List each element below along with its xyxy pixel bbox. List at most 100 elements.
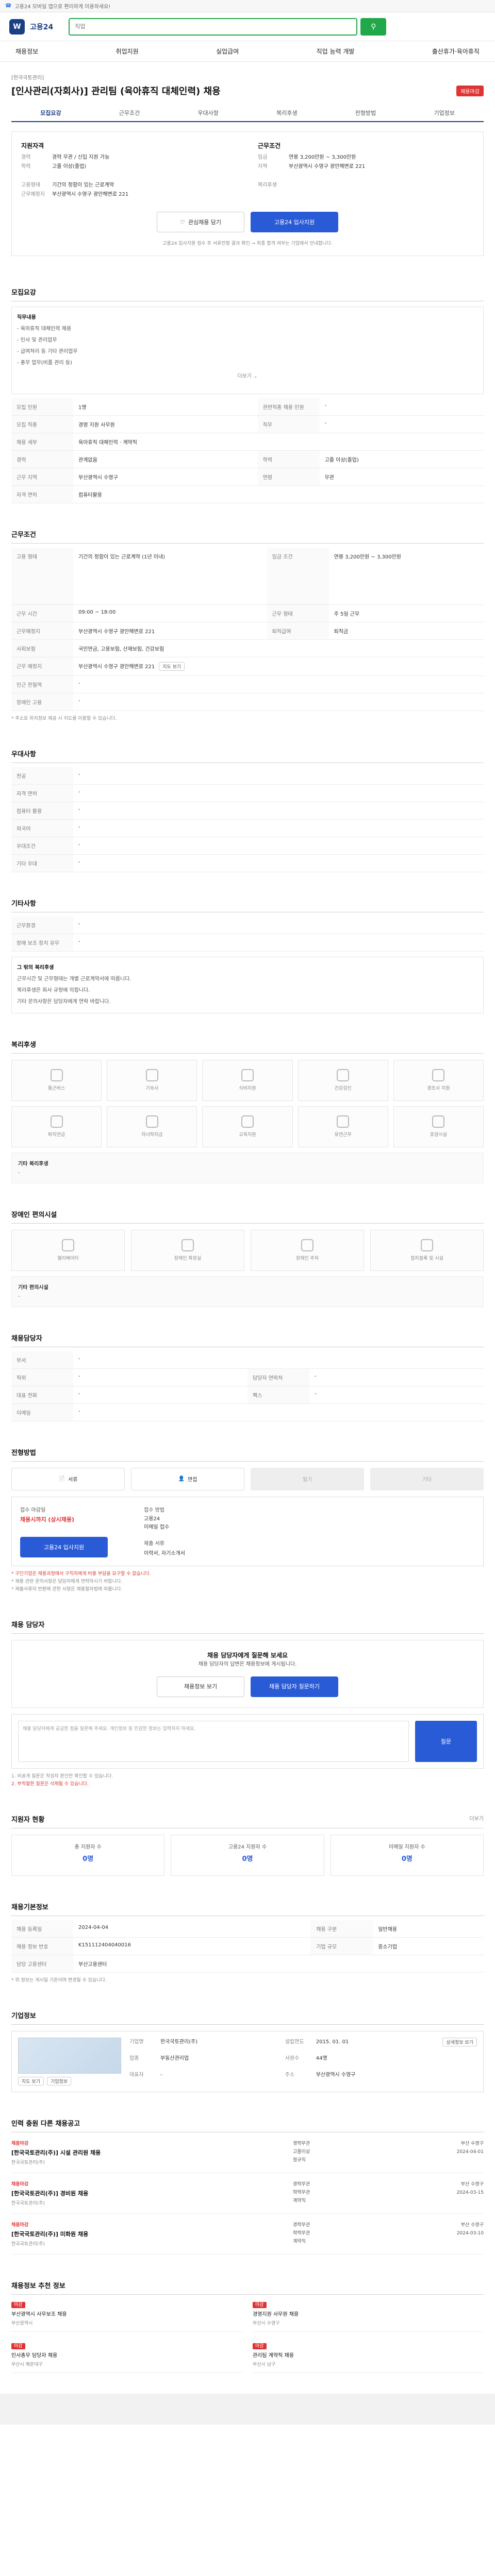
same-company-section: 인력 충원 다른 채용공고 채용마감 [한국국토관리(주)] 시설 관리원 채용 한…	[11, 2118, 484, 2255]
recommend-item[interactable]: 마감 관리팀 계약직 채용 부산시 남구	[253, 2342, 484, 2373]
tab-prefer[interactable]: 우대사항	[169, 105, 248, 121]
nav-item-leave[interactable]: 출산휴가·육아휴직	[432, 47, 480, 56]
status-more-link[interactable]: 더보기	[469, 1814, 484, 1824]
qa-ask-button[interactable]: 채용 담당자 질문하기	[251, 1676, 338, 1697]
recommend-item[interactable]: 마감 경영지원 사무원 채용 부산시 수영구	[253, 2301, 484, 2332]
contact-section: 채용담당자 부서 - 직위 - 담당자 연락처 - 대표 전화 - 팩스 - 이메일 -	[11, 1333, 484, 1421]
status-badge: 채용마감	[456, 85, 484, 96]
search-button[interactable]: ⚲	[360, 18, 387, 36]
welfare-label: 자녀학자금	[141, 1132, 163, 1138]
nav-item-training[interactable]: 직업 능력 개발	[317, 47, 355, 56]
recommend-title: 부산광역시 사무보조 채용	[11, 2311, 67, 2317]
recruit-section: 모집요강 직무내용 - 육아휴직 대체인력 채용 - 인사 및 관리업무 - 급…	[11, 287, 484, 503]
chevron-down-icon: ⌄	[253, 374, 258, 379]
table-row: 부서 -	[11, 1351, 484, 1369]
table-row: 컴퓨터 활용 -	[11, 802, 484, 820]
recommend-item[interactable]: 마감 부산광역시 사무보조 채용 부산광역시	[11, 2301, 242, 2332]
welfare-label: 식비지원	[239, 1086, 256, 1091]
welfare-grid: 통근버스 기숙사 식비지원 건강검진 경조사 지원 퇴직연금 자녀학자금 교육지…	[11, 1059, 484, 1147]
company-key: 기업명	[129, 2039, 144, 2045]
doc-label: 제출 서류	[144, 1540, 164, 1547]
cell-value: -	[73, 854, 484, 872]
table-row: 자격 면허 컴퓨터활용	[11, 485, 484, 503]
welfare-item: 퇴직연금	[11, 1106, 102, 1147]
section-title: 지원자 현황	[11, 1816, 45, 1824]
info-note: * 위 정보는 게시일 기준이며 변경될 수 있습니다.	[11, 1977, 107, 1983]
tab-method[interactable]: 전형방법	[326, 105, 405, 121]
recommend-badge: 마감	[253, 2343, 267, 2349]
fold-button[interactable]: 더보기 ⌄	[17, 371, 478, 382]
tab-welfare[interactable]: 복리후생	[248, 105, 326, 121]
welfare-label: 유연근무	[334, 1132, 352, 1138]
company-map-button[interactable]: 지도 보기	[18, 2076, 44, 2086]
qa-send-button[interactable]: 질문	[415, 1720, 477, 1762]
apply-button-2[interactable]: 고용24 입사지원	[20, 1536, 108, 1557]
job-item[interactable]: 채용마감 [한국국토관리(주)] 미화원 채용 한국국토관리(주) 경력무관 학력무관…	[11, 2214, 484, 2255]
summary-box: 지원자격 경력 경력 무관 / 신입 지원 가능 학력 고졸 이상(졸업) 고용형태…	[11, 131, 484, 256]
method-step: 기타	[370, 1467, 484, 1490]
qa-textarea[interactable]: 채용 담당자에게 궁금한 점을 질문해 주세요. 개인정보 등 민감한 정보는 …	[18, 1720, 409, 1762]
tab-recruit[interactable]: 모집요강	[11, 105, 90, 121]
cell-value: -	[309, 1386, 484, 1404]
etc-line: 그 밖의 복리후생	[17, 964, 54, 971]
recommend-sub: 부산시 남구	[253, 2362, 276, 2367]
parking-icon	[301, 1239, 314, 1251]
welfare-item: 기숙사	[107, 1059, 197, 1101]
summary-value: 기간의 정함이 있는 근로계약	[52, 182, 114, 188]
clock-icon	[337, 1115, 350, 1128]
etc-line: 복리후생은 회사 규정에 의합니다.	[17, 987, 90, 993]
cell-key: 근무 지역	[11, 468, 73, 486]
apply-button[interactable]: 고용24 입사지원	[251, 212, 338, 232]
company-value: 2015. 01. 01	[316, 2039, 349, 2045]
welfare-label: 통근버스	[48, 1086, 65, 1091]
scrap-button[interactable]: ♡ 관심채용 담기	[157, 212, 244, 232]
section-title: 채용 담당자	[11, 1621, 45, 1629]
nav-item-support[interactable]: 취업지원	[116, 47, 139, 56]
nav-item-jobs[interactable]: 채용정보	[15, 47, 38, 56]
section-title: 인력 충원 다른 채용공고	[11, 2120, 80, 2128]
search-box	[69, 18, 358, 36]
company-section: 기업정보 지도 보기 기업정보 기업명 한국국토관리(주) 설립연도 2015. 0…	[11, 2010, 484, 2092]
company-detail-button[interactable]: 상세정보 보기	[442, 2037, 477, 2046]
etc-section: 기타사항 근무환경 - 장애 보조 장치 유무 - 그 밖의 복리후생 근무시간 및…	[11, 898, 484, 1013]
cell-key: 기업 규모	[311, 1937, 373, 1955]
method-step: 필기	[251, 1467, 364, 1490]
info-section: 채용기본정보 채용 등록일 2024-04-04 채용 구분 일반채용 채용 정보 번…	[11, 1902, 484, 1985]
table-row: 외국어 -	[11, 819, 484, 837]
top-banner: ☎ 고용24 모바일 앱으로 편리하게 이용하세요!	[0, 0, 495, 12]
company-map[interactable]	[18, 2037, 121, 2074]
qa-view-button[interactable]: 채용정보 보기	[157, 1676, 244, 1697]
meal-icon	[241, 1069, 254, 1081]
cell-value: -	[73, 1351, 484, 1369]
map-link[interactable]: 지도 보기	[159, 662, 185, 671]
document-icon: 📄	[58, 1476, 65, 1482]
deadline-label: 접수 마감일	[20, 1507, 46, 1513]
page-footer	[0, 2393, 495, 2425]
cell-key: 근무 형태	[267, 604, 329, 622]
job-meta: 경력무관	[293, 2181, 310, 2187]
welfare-label: 기숙사	[145, 1086, 159, 1091]
table-row: 근무 예정지 부산광역시 수영구 광안해변로 221 지도 보기	[11, 657, 484, 676]
cell-key: 팩스	[248, 1386, 309, 1404]
post-company: [한국국토관리]	[11, 75, 44, 81]
company-info-button[interactable]: 기업정보	[46, 2076, 72, 2086]
summary-value: 고졸 이상(졸업)	[52, 164, 87, 170]
etc-line: 근무시간 및 근무형태는 개별 근로계약서에 따릅니다.	[17, 976, 131, 982]
cell-value: -	[73, 784, 484, 802]
cell-value: 부산광역시 수영구 광안해변로 221	[78, 664, 155, 670]
resort-icon	[432, 1115, 445, 1128]
etc-line: 기타 문의사항은 담당자에게 연락 바랍니다.	[17, 998, 111, 1005]
cell-key: 근무 시간	[11, 604, 73, 622]
logo[interactable]: W 고용24	[9, 19, 53, 35]
recommend-item[interactable]: 마감 인사총무 담당자 채용 부산시 해운대구	[11, 2342, 242, 2373]
nav-item-benefit[interactable]: 실업급여	[216, 47, 239, 56]
tab-company[interactable]: 기업정보	[405, 105, 484, 121]
qa-section: 채용 담당자 채용 담당자에게 질문해 보세요 채용 담당자의 답변은 채용정보…	[11, 1619, 484, 1788]
tab-work[interactable]: 근무조건	[90, 105, 169, 121]
status-card: 총 지원자 수 0명	[11, 1834, 165, 1876]
job-item[interactable]: 채용마감 [한국국토관리(주)] 시설 관리원 채용 한국국토관리(주) 경력무관 고…	[11, 2132, 484, 2173]
job-item[interactable]: 채용마감 [한국국토관리(주)] 경비원 채용 한국국토관리(주) 경력무관 학력무관…	[11, 2173, 484, 2214]
cell-value: -	[73, 767, 484, 785]
search-input[interactable]	[75, 23, 352, 30]
summary-right-title: 근무조건	[258, 142, 281, 149]
